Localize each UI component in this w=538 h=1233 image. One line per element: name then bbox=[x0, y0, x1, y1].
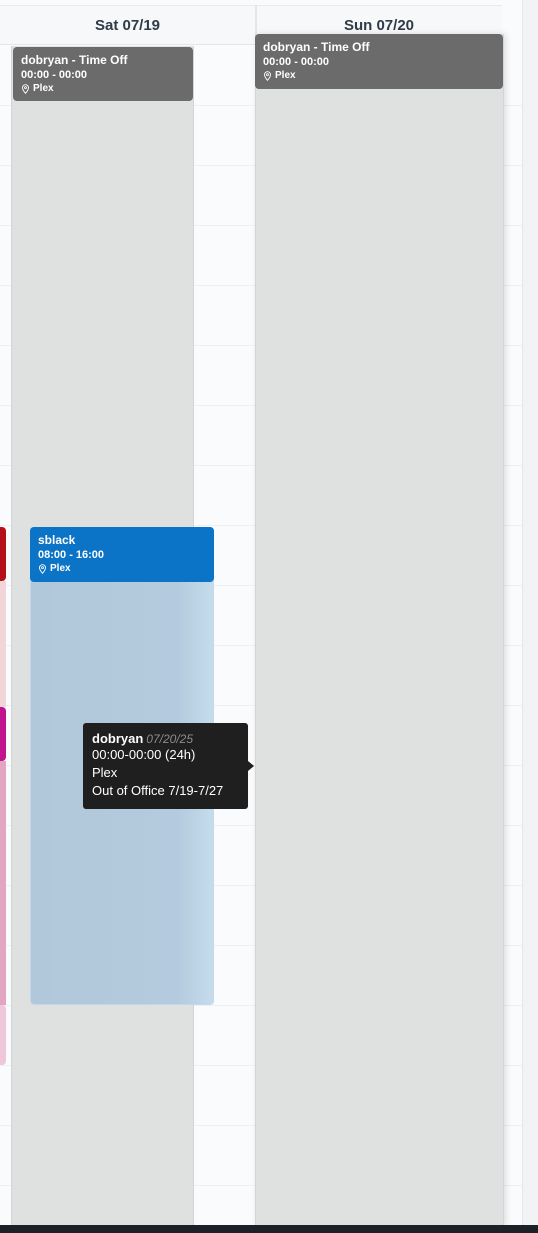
event-title: dobryan - Time Off bbox=[263, 40, 370, 54]
tooltip-hours: 00:00-00:00 (24h) bbox=[92, 747, 196, 762]
tooltip-note: Out of Office 7/19-7/27 bbox=[92, 783, 224, 798]
event-location: Plex bbox=[21, 82, 185, 96]
tooltip-header: dobryan 07/20/25 bbox=[92, 731, 239, 746]
tooltip-name: dobryan bbox=[92, 731, 144, 746]
arrow-right-icon bbox=[248, 761, 254, 771]
event-title: sblack bbox=[38, 533, 76, 547]
map-pin-icon bbox=[22, 84, 29, 94]
tooltip-date: 07/20/25 bbox=[146, 732, 194, 746]
event-time: 08:00 - 16:00 bbox=[38, 549, 105, 561]
event-location-label: Plex bbox=[50, 563, 71, 574]
map-pin-icon bbox=[264, 71, 271, 81]
event-location: Plex bbox=[263, 69, 495, 83]
tooltip-location: Plex bbox=[92, 765, 118, 780]
event-edge-red[interactable] bbox=[0, 527, 6, 581]
event-edge-magenta-body[interactable] bbox=[0, 761, 6, 1005]
column-header-sat[interactable]: Sat 07/19 bbox=[0, 5, 256, 45]
event-time: 00:00 - 00:00 bbox=[21, 69, 88, 81]
event-tooltip: dobryan 07/20/25 00:00-00:00 (24h) Plex O… bbox=[83, 723, 248, 809]
event-title: dobryan - Time Off bbox=[21, 53, 128, 67]
event-edge-magenta[interactable] bbox=[0, 707, 6, 761]
event-location-label: Plex bbox=[33, 83, 54, 94]
bottom-bar bbox=[0, 1225, 538, 1233]
event-location-label: Plex bbox=[275, 70, 296, 81]
event-shift-sblack[interactable]: sblack 08:00 - 16:00 Plex bbox=[30, 527, 214, 582]
calendar-grid: Sat 07/19 Sun 07/20 dobryan - Time Off 0… bbox=[0, 0, 523, 1225]
event-location: Plex bbox=[38, 562, 206, 576]
event-time-off-sun[interactable]: dobryan - Time Off 00:00 - 00:00 Plex bbox=[255, 34, 503, 89]
event-edge-pink[interactable] bbox=[0, 1005, 6, 1065]
event-time-off-sat[interactable]: dobryan - Time Off 00:00 - 00:00 Plex bbox=[13, 47, 193, 101]
map-pin-icon bbox=[39, 564, 46, 574]
time-off-block-sun[interactable] bbox=[255, 34, 504, 1225]
scrollbar-track[interactable] bbox=[523, 0, 538, 1225]
event-time: 00:00 - 00:00 bbox=[263, 56, 330, 68]
event-edge-red-body[interactable] bbox=[0, 581, 6, 707]
